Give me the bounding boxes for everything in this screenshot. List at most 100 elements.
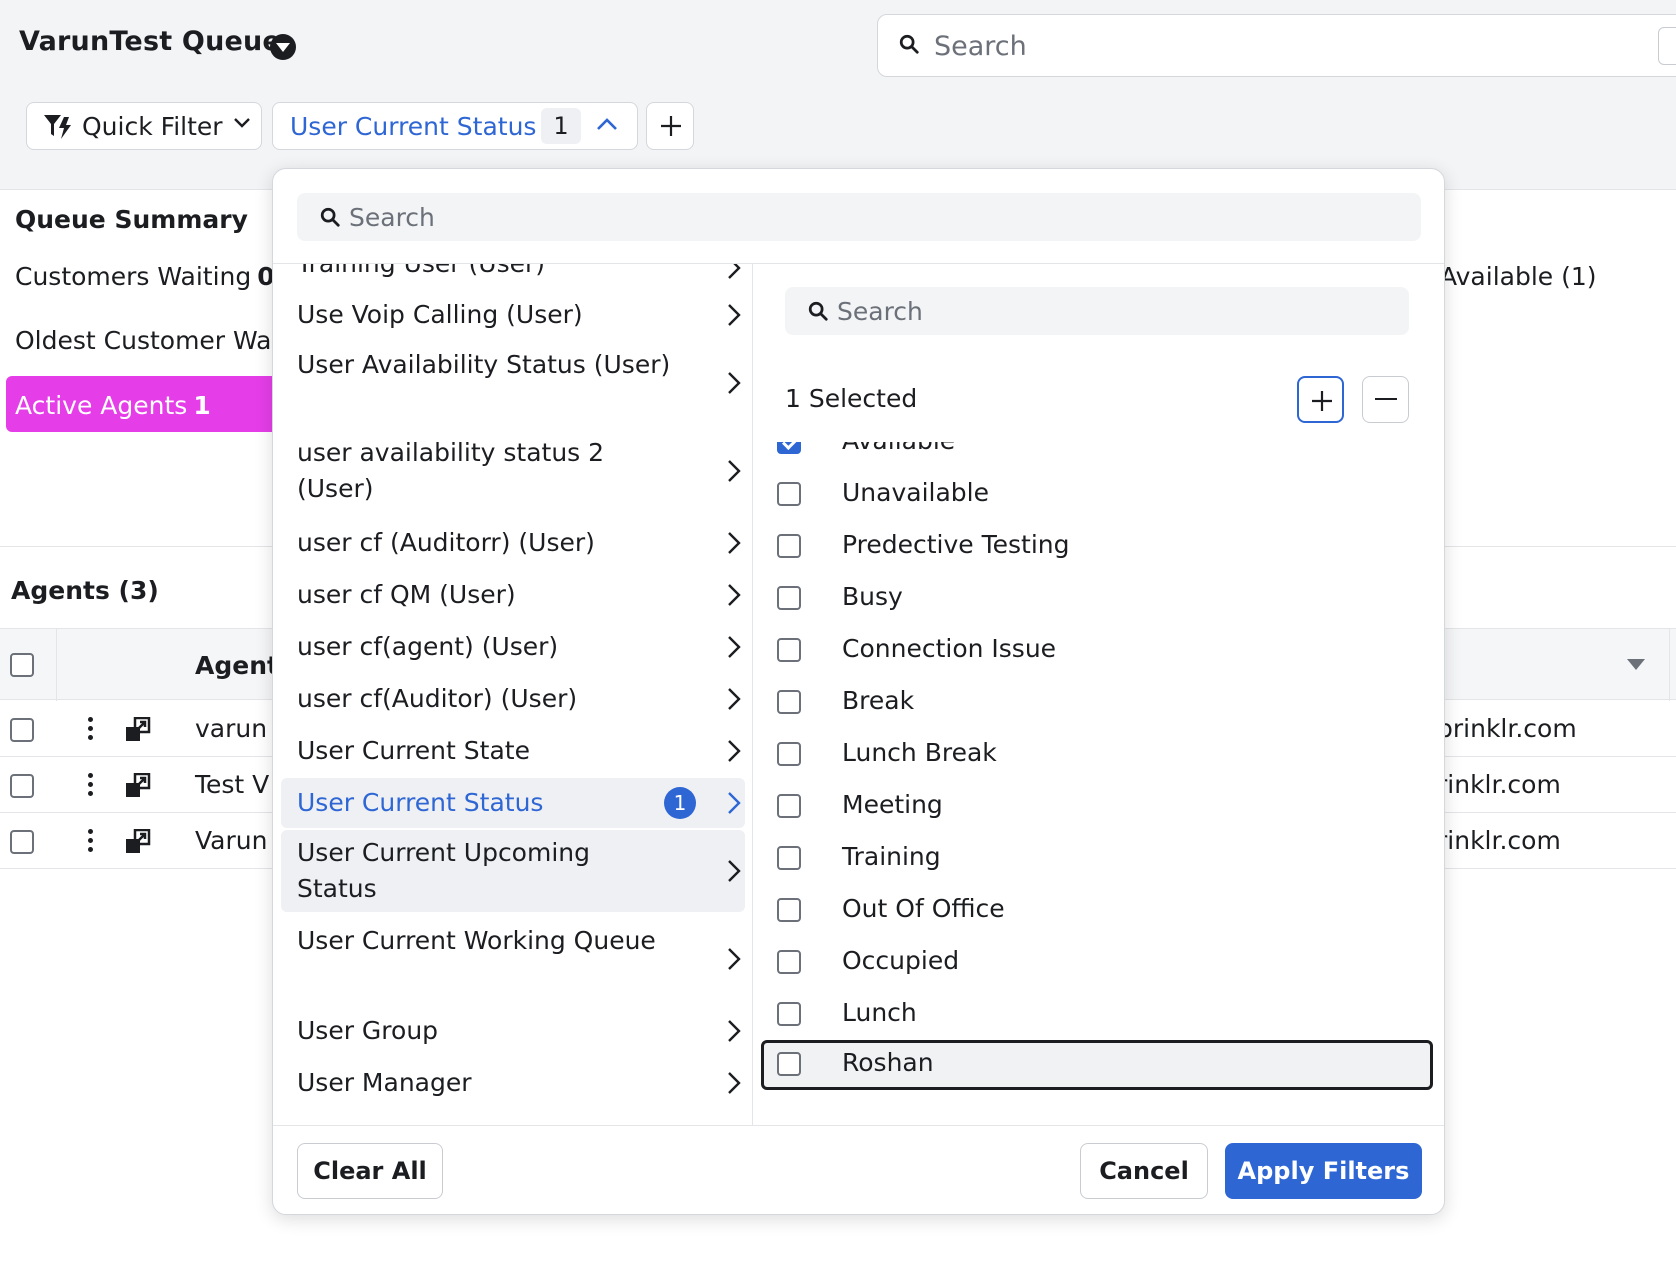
more-actions-icon[interactable] [88,773,94,800]
filter-field-list[interactable]: Training User (User) Use Voip Calling (U… [273,264,752,1125]
chevron-right-icon [728,1072,741,1094]
value-checkbox[interactable] [777,898,801,922]
quick-filter-label: Quick Filter [82,112,223,141]
value-checkbox[interactable] [777,482,801,506]
field-item-user-availability-status-2[interactable]: user availability status 2 (User) [281,430,745,512]
value-checkbox[interactable] [777,1052,801,1076]
add-filter-button[interactable] [646,102,694,150]
active-agents-metric[interactable]: Active Agents 1 [6,376,276,432]
value-option-unavailable[interactable]: Unavailable [761,470,1433,520]
field-search-input[interactable] [349,199,1249,235]
value-option-label: Occupied [842,946,960,975]
column-sort-icon[interactable] [1627,659,1645,670]
value-option-label: Training [842,842,941,871]
reassign-icon[interactable] [125,717,151,743]
value-checkbox[interactable] [777,794,801,818]
value-option-connection-issue[interactable]: Connection Issue [761,626,1433,676]
value-search-box[interactable] [785,287,1409,335]
agent-name[interactable]: Test V [195,770,269,799]
global-search-input[interactable] [934,25,1574,67]
agents-section-title: Agents (3) [11,576,159,605]
top-bar: VarunTest Queue Quick Filter User Curren… [0,0,1676,190]
customers-waiting-metric: Customers Waiting 0 [15,262,275,291]
row-checkbox[interactable] [10,774,34,798]
value-option-predective-testing[interactable]: Predective Testing [761,522,1433,572]
minus-icon [1375,398,1397,400]
queue-switcher-caret-icon[interactable] [270,34,296,60]
agent-name[interactable]: varun [195,714,267,743]
select-all-agents-checkbox[interactable] [10,653,34,677]
reassign-icon[interactable] [125,773,151,799]
more-actions-icon[interactable] [88,829,94,856]
value-option-lunch-break[interactable]: Lunch Break [761,730,1433,780]
value-option-break[interactable]: Break [761,678,1433,728]
active-agents-value: 1 [193,391,211,420]
field-item-label: Training User (User) [297,264,677,282]
deselect-all-values-button[interactable] [1362,376,1409,423]
chevron-down-icon [234,118,250,128]
field-item-user-group[interactable]: User Group [281,1006,745,1056]
value-option-label: Lunch [842,998,917,1027]
value-checkbox[interactable] [777,1002,801,1026]
value-checkbox[interactable] [777,442,801,454]
field-item-user-cf-agent[interactable]: user cf(agent) (User) [281,622,745,672]
value-checkbox[interactable] [777,586,801,610]
value-option-meeting[interactable]: Meeting [761,782,1433,832]
field-item-training-user[interactable]: Training User (User) [281,264,745,286]
cancel-button[interactable]: Cancel [1080,1143,1208,1199]
value-checkbox[interactable] [777,690,801,714]
value-option-out-of-office[interactable]: Out Of Office [761,886,1433,936]
value-checkbox[interactable] [777,950,801,974]
field-item-user-current-state[interactable]: User Current State [281,726,745,776]
value-option-occupied[interactable]: Occupied [761,938,1433,988]
field-item-user-current-status[interactable]: User Current Status 1 [281,778,745,828]
row-checkbox[interactable] [10,830,34,854]
field-item-user-manager[interactable]: User Manager [281,1058,745,1108]
global-search-box[interactable] [877,14,1676,77]
field-item-user-availability-status[interactable]: User Availability Status (User) [281,342,745,424]
filter-value-list[interactable]: Available Unavailable Predective Testing… [753,442,1444,1125]
apply-filters-button[interactable]: Apply Filters [1225,1143,1422,1199]
reassign-icon[interactable] [125,829,151,855]
field-item-label: User Current Working Queue [297,926,656,955]
field-item-user-cf-auditor[interactable]: user cf(Auditor) (User) [281,674,745,724]
search-icon [899,34,919,54]
quick-filter-icon [44,115,71,139]
value-option-available[interactable]: Available [761,442,1433,468]
value-option-training[interactable]: Training [761,834,1433,884]
field-item-user-cf-auditorr[interactable]: user cf (Auditorr) (User) [281,518,745,568]
agent-email: rinklr.com [1437,770,1561,799]
chevron-right-icon [728,1020,741,1042]
filter-chip-count: 1 [541,108,581,144]
field-item-user-current-upcoming-status[interactable]: User Current Upcoming Status [281,830,745,912]
value-option-roshan[interactable]: Roshan [761,1040,1433,1090]
value-checkbox[interactable] [777,742,801,766]
agent-column-header[interactable]: Agent [195,651,279,680]
value-option-label: Predective Testing [842,530,1070,559]
value-option-busy[interactable]: Busy [761,574,1433,624]
field-item-use-voip-calling[interactable]: Use Voip Calling (User) [281,290,745,340]
field-item-label: user cf(agent) (User) [297,632,559,661]
chevron-right-icon [728,372,741,394]
value-checkbox[interactable] [777,534,801,558]
chevron-right-icon [728,532,741,554]
field-item-user-current-working-queue[interactable]: User Current Working Queue [281,918,745,1000]
clear-all-button[interactable]: Clear All [297,1143,443,1199]
chevron-up-icon [597,118,617,130]
field-search-box[interactable] [297,193,1421,241]
search-shortcut-hint [1658,27,1676,65]
field-item-label: user availability status 2 (User) [297,438,605,503]
select-all-values-button[interactable] [1297,376,1344,423]
value-checkbox[interactable] [777,846,801,870]
more-actions-icon[interactable] [88,717,94,744]
user-current-status-filter-chip[interactable]: User Current Status 1 [272,102,638,150]
row-checkbox[interactable] [10,718,34,742]
value-option-lunch[interactable]: Lunch [761,990,1433,1040]
value-option-label: Out Of Office [842,894,1005,923]
quick-filter-button[interactable]: Quick Filter [26,102,262,150]
value-search-input[interactable] [837,293,1357,329]
field-item-user-cf-qm[interactable]: user cf QM (User) [281,570,745,620]
field-item-label: User Current State [297,736,530,765]
agent-name[interactable]: Varun [195,826,267,855]
value-checkbox[interactable] [777,638,801,662]
